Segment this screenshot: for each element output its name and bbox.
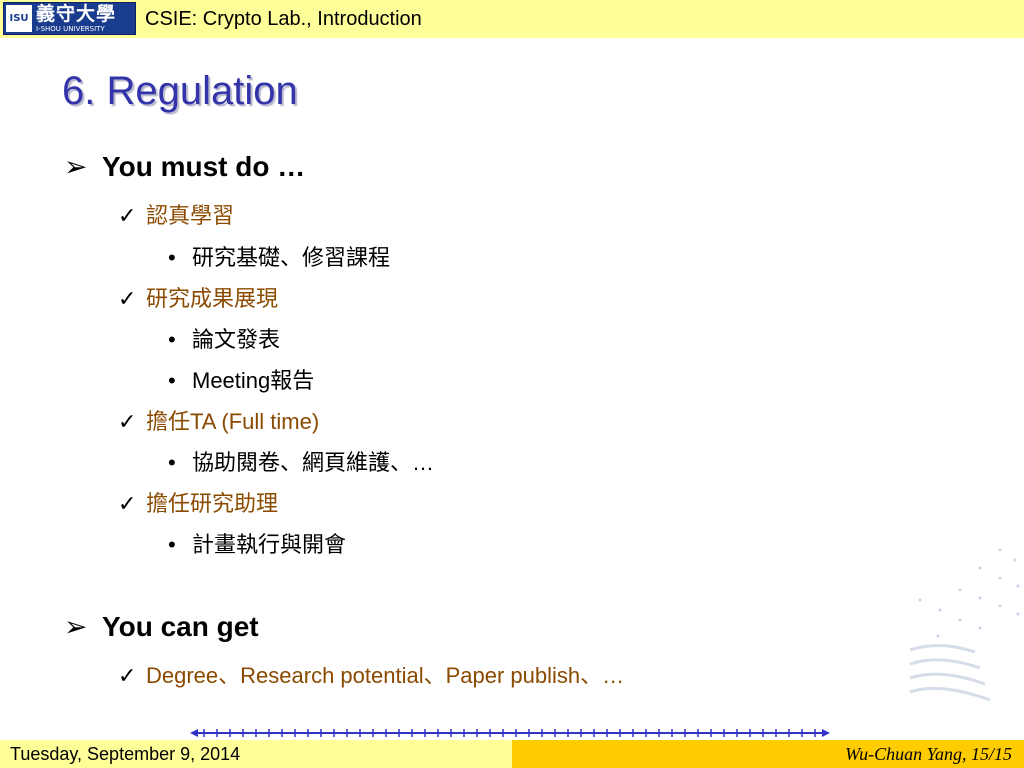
bullet-icon: • [168, 450, 176, 475]
sub-list-item-label: Meeting報告 [192, 368, 315, 393]
bullet-icon: • [168, 532, 176, 557]
decorative-dots [909, 548, 1020, 702]
list-item-label: 研究成果展現 [146, 286, 279, 311]
course-title: CSIE: Crypto Lab., Introduction [145, 8, 422, 30]
list-item-label: 擔任研究助理 [146, 491, 279, 516]
sub-list-item-label: 計畫執行與開會 [192, 532, 347, 557]
checkmark-icon: ✓ [118, 203, 137, 228]
list-item-label: Degree、Research potential、Paper publish、… [146, 663, 625, 688]
list-item: ✓ 認真學習 [118, 198, 234, 230]
bullet-icon: • [168, 368, 176, 393]
logo-english-name: I-SHOU UNIVERSITY [36, 25, 105, 33]
footer-author-page: Wu-Chuan Yang, 15/15 [845, 744, 1012, 764]
logo-chinese-name: 義守大學 [36, 3, 117, 25]
sub-list-item: • 計畫執行與開會 [168, 527, 346, 559]
list-item: ✓ Degree、Research potential、Paper publish… [118, 658, 624, 690]
arrow-right-icon: ➢ [64, 151, 88, 182]
logo-emblem-icon: ISU [6, 5, 32, 32]
footer-date-bar: Tuesday, September 9, 2014 [0, 740, 512, 768]
list-item-label: 認真學習 [146, 203, 235, 228]
timeline-progress [190, 729, 830, 737]
checkmark-icon: ✓ [118, 663, 137, 688]
checkmark-icon: ✓ [118, 286, 137, 311]
section-heading: ➢ You can get [64, 610, 259, 643]
list-item: ✓ 擔任研究助理 [118, 486, 278, 518]
university-logo: ISU 義守大學 I-SHOU UNIVERSITY [3, 2, 136, 35]
bullet-icon: • [168, 245, 176, 270]
bullet-icon: • [168, 327, 176, 352]
sub-list-item-label: 論文發表 [192, 327, 281, 352]
list-item-label: 擔任TA (Full time) [146, 409, 320, 434]
footer-date: Tuesday, September 9, 2014 [10, 744, 241, 764]
sub-list-item: • 論文發表 [168, 322, 280, 354]
sub-list-item-label: 協助閱卷、網頁維護、… [192, 450, 435, 475]
section-heading-text: You must do … [102, 151, 306, 182]
sub-list-item-label: 研究基礎、修習課程 [192, 245, 391, 270]
slide-title: 6. Regulation [62, 69, 298, 113]
sub-list-item: • Meeting報告 [168, 363, 314, 395]
checkmark-icon: ✓ [118, 491, 137, 516]
footer-author-bar: Wu-Chuan Yang, 15/15 [512, 740, 1024, 768]
header-bar: ISU 義守大學 I-SHOU UNIVERSITY CSIE: Crypto … [0, 0, 1024, 38]
sub-list-item: • 協助閱卷、網頁維護、… [168, 445, 434, 477]
section-heading: ➢ You must do … [64, 150, 305, 183]
arrow-right-icon: ➢ [64, 611, 88, 642]
section-heading-text: You can get [102, 611, 259, 642]
list-item: ✓ 擔任TA (Full time) [118, 404, 319, 436]
sub-list-item: • 研究基礎、修習課程 [168, 240, 390, 272]
checkmark-icon: ✓ [118, 409, 137, 434]
list-item: ✓ 研究成果展現 [118, 281, 278, 313]
